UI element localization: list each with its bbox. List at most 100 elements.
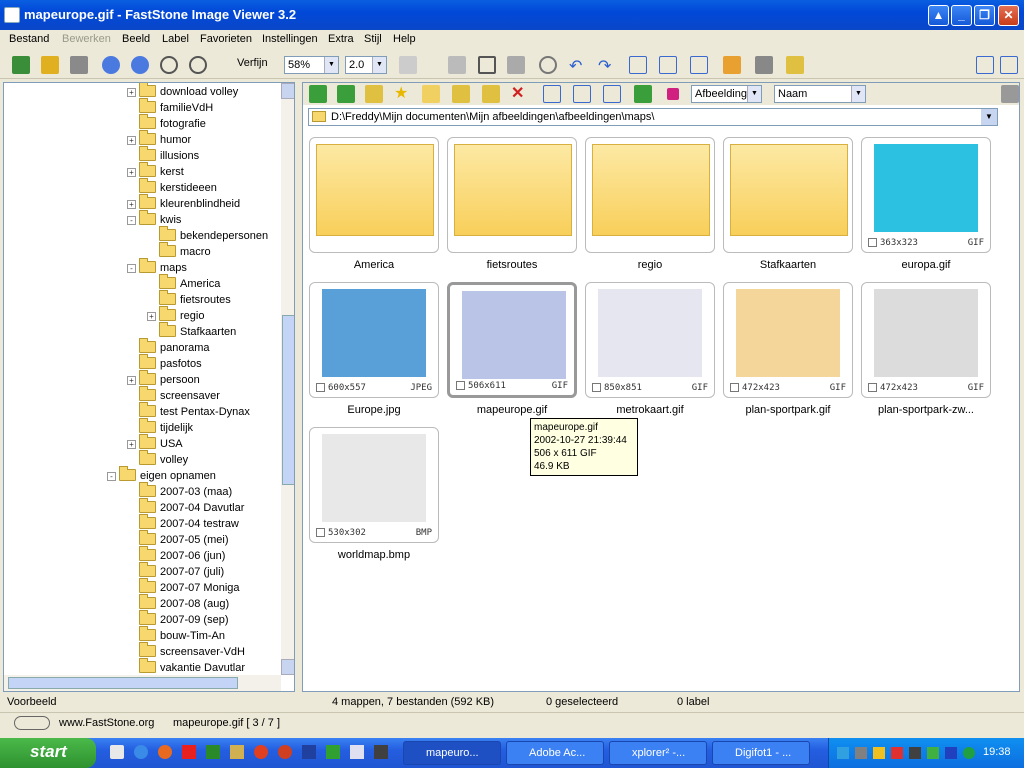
tree-item[interactable]: panorama — [139, 338, 210, 356]
thumbnail-caption[interactable]: Europe.jpg — [309, 404, 439, 416]
folder-thumbnail[interactable] — [723, 137, 853, 253]
tree-item[interactable]: 2007-08 (aug) — [139, 594, 229, 612]
menu-instellingen[interactable]: Instellingen — [262, 33, 318, 45]
tree-item[interactable]: 2007-07 (juli) — [139, 562, 224, 580]
tree-item[interactable]: pasfotos — [139, 354, 202, 372]
select-checkbox[interactable] — [592, 383, 601, 392]
select-checkbox[interactable] — [456, 381, 465, 390]
taskbar-item-xplorer[interactable]: xplorer² -... — [609, 741, 707, 765]
excel-icon[interactable] — [206, 745, 220, 759]
tree-item[interactable]: 2007-05 (mei) — [139, 530, 228, 548]
ratio-select[interactable]: 2.0 ▼ — [345, 56, 387, 74]
thumbnail-caption[interactable]: America — [309, 259, 439, 271]
favorite-icon[interactable]: ★ — [394, 85, 412, 103]
recycle-bin-icon[interactable] — [1001, 85, 1019, 103]
menu-bewerken[interactable]: Bewerken — [62, 33, 111, 45]
sort-by-select[interactable]: Naam ▼ — [774, 85, 866, 103]
tree-item[interactable]: - eigen opnamen — [107, 466, 216, 484]
chevron-down-icon[interactable]: ▼ — [981, 109, 997, 125]
zoom-out-icon[interactable] — [189, 56, 207, 74]
tree-horizontal-scrollbar[interactable] — [4, 675, 281, 691]
resize-icon[interactable] — [448, 56, 466, 74]
scroll-down-icon[interactable] — [281, 659, 294, 675]
folder-up-icon[interactable] — [365, 85, 383, 103]
restore-button[interactable]: ❐ — [974, 5, 995, 26]
tree-item[interactable]: + kleurenblindheid — [127, 194, 240, 212]
tree-item[interactable]: America — [159, 274, 220, 292]
tree-item[interactable]: 2007-03 (maa) — [139, 482, 232, 500]
tree-item[interactable]: screensaver-VdH — [139, 642, 245, 660]
layout-icon[interactable] — [976, 56, 994, 74]
folder-thumbnail[interactable] — [585, 137, 715, 253]
tree-item[interactable]: 2007-06 (jun) — [139, 546, 225, 564]
tray-icon[interactable] — [945, 747, 957, 759]
expand-icon[interactable]: + — [127, 168, 136, 177]
crop-icon[interactable] — [478, 56, 496, 74]
tree-item[interactable]: test Pentax-Dynax — [139, 402, 250, 420]
tray-icon[interactable] — [963, 747, 975, 759]
thumbnail-caption[interactable]: plan-sportpark.gif — [723, 404, 853, 416]
taskbar-item-faststone[interactable]: mapeuro... — [403, 741, 501, 765]
close-button[interactable]: ✕ — [998, 5, 1019, 26]
scroll-thumb[interactable] — [8, 677, 238, 689]
select-checkbox[interactable] — [868, 238, 877, 247]
copy-to-icon[interactable] — [452, 85, 470, 103]
rotate-left-icon[interactable]: ↶ — [569, 56, 587, 75]
move-to-icon[interactable] — [482, 85, 500, 103]
tree-item[interactable]: 2007-04 Davutlar — [139, 498, 244, 516]
tray-icon[interactable] — [891, 747, 903, 759]
rotate-right-icon[interactable]: ↷ — [598, 56, 616, 75]
collapse-icon[interactable]: - — [127, 216, 136, 225]
menu-favorieten[interactable]: Favorieten — [200, 33, 252, 45]
tree-item[interactable]: familieVdH — [139, 98, 213, 116]
folder-thumbnail[interactable] — [447, 137, 577, 253]
start-button[interactable]: start — [0, 738, 96, 768]
select-checkbox[interactable] — [730, 383, 739, 392]
menu-extra[interactable]: Extra — [328, 33, 354, 45]
image-thumbnail[interactable]: 363x323 GIF — [861, 137, 991, 253]
image-thumbnail[interactable]: 472x423 GIF — [861, 282, 991, 398]
collapse-icon[interactable]: - — [107, 472, 116, 481]
tray-icon[interactable] — [909, 747, 921, 759]
tree-item[interactable]: illusions — [139, 146, 199, 164]
menu-help[interactable]: Help — [393, 33, 416, 45]
select-checkbox[interactable] — [316, 383, 325, 392]
expand-icon[interactable]: + — [127, 88, 136, 97]
tray-icon[interactable] — [855, 747, 867, 759]
maximize-view-icon[interactable] — [1000, 56, 1018, 74]
details-icon[interactable] — [543, 85, 561, 103]
previous-icon[interactable] — [102, 56, 120, 74]
image-thumbnail[interactable]: 506x611 GIF — [447, 282, 577, 398]
menu-stijl[interactable]: Stijl — [364, 33, 382, 45]
zoom-in-icon[interactable] — [160, 56, 178, 74]
tree-item[interactable]: kerstideeen — [139, 178, 217, 196]
zoom-select[interactable]: 58% ▼ — [284, 56, 339, 74]
scroll-thumb[interactable] — [282, 315, 294, 485]
grid-icon[interactable] — [603, 85, 621, 103]
thumbnail-caption[interactable]: regio — [585, 259, 715, 271]
fullscreen-icon[interactable] — [690, 56, 708, 74]
tree-item[interactable]: Stafkaarten — [159, 322, 236, 340]
image-thumbnail[interactable]: 530x302 BMP — [309, 427, 439, 543]
website-link[interactable]: www.FastStone.org — [59, 717, 154, 729]
app-icon[interactable] — [4, 7, 20, 23]
refresh-icon[interactable] — [634, 85, 652, 103]
tree-item[interactable]: bekendepersonen — [159, 226, 268, 244]
print-icon[interactable] — [755, 56, 773, 74]
app-icon[interactable] — [278, 745, 292, 759]
tray-icon[interactable] — [927, 747, 939, 759]
thumbnail-caption[interactable]: Stafkaarten — [723, 259, 853, 271]
thumbnail-caption[interactable]: worldmap.bmp — [309, 549, 439, 561]
list-icon[interactable] — [573, 85, 591, 103]
app-icon[interactable] — [254, 745, 268, 759]
minimize-button[interactable]: ▲ — [928, 5, 949, 26]
select-checkbox[interactable] — [868, 383, 877, 392]
settings-icon[interactable] — [786, 56, 804, 74]
delete-icon[interactable]: ✕ — [511, 85, 529, 103]
thumbnail-caption[interactable]: plan-sportpark-zw... — [861, 404, 991, 416]
taskbar-item-adobe[interactable]: Adobe Ac... — [506, 741, 604, 765]
email-icon[interactable] — [723, 56, 741, 74]
preview-panel-label[interactable]: Voorbeeld — [3, 693, 295, 711]
app-icon[interactable] — [326, 745, 340, 759]
menu-beeld[interactable]: Beeld — [122, 33, 150, 45]
